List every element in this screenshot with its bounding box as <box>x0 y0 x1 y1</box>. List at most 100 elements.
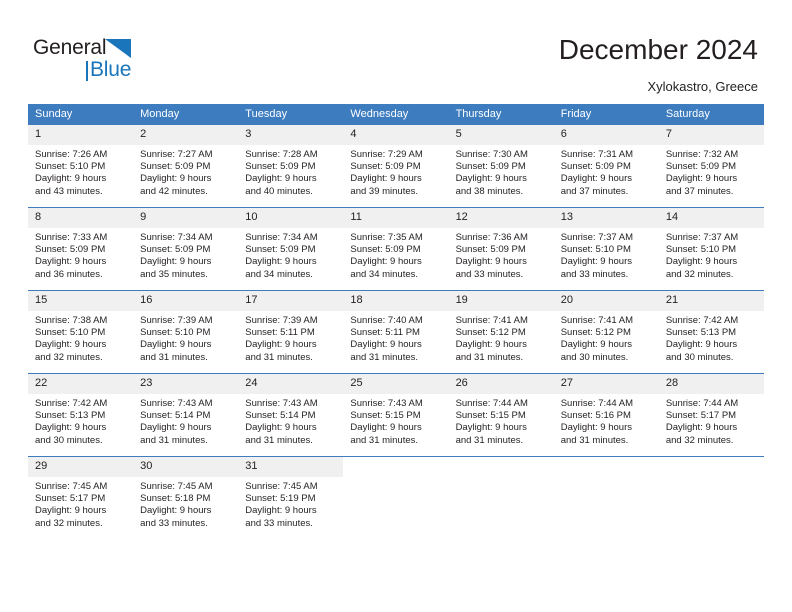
calendar-day-cell[interactable]: 18 Sunrise: 7:40 AM Sunset: 5:11 PM Dayligh… <box>343 291 449 373</box>
calendar-day-cell[interactable]: 8 Sunrise: 7:33 AM Sunset: 5:09 PM Daylight… <box>28 208 134 290</box>
daylight-text-line1: Daylight: 9 hours <box>140 173 212 185</box>
calendar-day-cell[interactable]: 9 Sunrise: 7:34 AM Sunset: 5:09 PM Daylight… <box>133 208 239 290</box>
sunrise-text: Sunrise: 7:35 AM <box>350 232 423 243</box>
sunrise-text: Sunrise: 7:44 AM <box>560 398 634 409</box>
daylight-text-line1: Daylight: 9 hours <box>665 422 738 434</box>
calendar-day-cell[interactable]: 3 Sunrise: 7:28 AM Sunset: 5:09 PM Daylight… <box>238 125 344 207</box>
calendar-day-info: Sunrise: 7:28 AM Sunset: 5:09 PM Daylight:… <box>238 145 343 198</box>
daylight-text-line2: and 37 minutes. <box>560 185 629 197</box>
weekday-header-row: Sunday Monday Tuesday Wednesday Thursday… <box>28 104 764 125</box>
daylight-text-line2: and 43 minutes. <box>35 185 103 197</box>
daylight-text-line1: Daylight: 9 hours <box>35 505 107 517</box>
weekday-header-wednesday: Wednesday <box>343 104 449 125</box>
calendar-day-cell[interactable]: 10 Sunrise: 7:34 AM Sunset: 5:09 PM Dayligh… <box>238 208 344 290</box>
calendar-day-number: 9 <box>133 208 239 228</box>
calendar-day-number: 8 <box>28 208 134 228</box>
calendar-day-cell[interactable]: 4 Sunrise: 7:29 AM Sunset: 5:09 PM Daylight… <box>343 125 449 207</box>
calendar-day-cell[interactable]: 26 Sunrise: 7:44 AM Sunset: 5:15 PM Dayligh… <box>448 374 554 456</box>
logo-text-general: General <box>33 36 107 59</box>
calendar-day-cell[interactable]: 1 Sunrise: 7:26 AM Sunset: 5:10 PM Daylight… <box>28 125 134 207</box>
calendar-body: 1 Sunrise: 7:26 AM Sunset: 5:10 PM Daylight… <box>28 125 764 539</box>
calendar-week-row: 15 Sunrise: 7:38 AM Sunset: 5:10 PM Dayligh… <box>28 291 764 373</box>
calendar-day-cell[interactable]: 25 Sunrise: 7:43 AM Sunset: 5:15 PM Dayligh… <box>343 374 449 456</box>
daylight-text-line1: Daylight: 9 hours <box>35 173 107 185</box>
calendar-page: General Blue December 2024 Xylokastro, G… <box>0 0 792 612</box>
calendar-day-cell[interactable]: 23 Sunrise: 7:43 AM Sunset: 5:14 PM Dayligh… <box>133 374 239 456</box>
calendar-day-number: 16 <box>133 291 239 311</box>
calendar-day-cell[interactable]: 6 Sunrise: 7:31 AM Sunset: 5:09 PM Daylight… <box>553 125 659 207</box>
calendar-day-cell[interactable]: 11 Sunrise: 7:35 AM Sunset: 5:09 PM Dayligh… <box>343 208 449 290</box>
daylight-text-line2: and 30 minutes. <box>35 434 103 446</box>
sunset-text: Sunset: 5:18 PM <box>140 493 211 505</box>
sunset-text: Sunset: 5:09 PM <box>455 244 526 256</box>
general-blue-logo[interactable]: General Blue <box>33 36 163 84</box>
sunset-text: Sunset: 5:15 PM <box>350 410 421 422</box>
calendar-day-cell[interactable]: 15 Sunrise: 7:38 AM Sunset: 5:10 PM Dayligh… <box>28 291 134 373</box>
daylight-text-line1: Daylight: 9 hours <box>35 256 107 268</box>
calendar-day-cell[interactable]: 22 Sunrise: 7:42 AM Sunset: 5:13 PM Dayligh… <box>28 374 134 456</box>
calendar-day-cell[interactable]: 30 Sunrise: 7:45 AM Sunset: 5:18 PM Dayligh… <box>133 457 239 539</box>
daylight-text-line1: Daylight: 9 hours <box>455 339 527 351</box>
daylight-text-line2: and 38 minutes. <box>455 185 524 197</box>
daylight-text-line1: Daylight: 9 hours <box>665 256 738 268</box>
calendar-day-cell[interactable]: 21 Sunrise: 7:42 AM Sunset: 5:13 PM Dayligh… <box>658 291 764 373</box>
sunrise-text: Sunrise: 7:45 AM <box>140 481 213 492</box>
sunset-text: Sunset: 5:13 PM <box>35 410 106 422</box>
calendar-day-number: 24 <box>238 374 344 394</box>
calendar-day-cell[interactable]: 28 Sunrise: 7:44 AM Sunset: 5:17 PM Dayligh… <box>658 374 764 456</box>
calendar-day-cell[interactable]: 20 Sunrise: 7:41 AM Sunset: 5:12 PM Dayligh… <box>553 291 659 373</box>
calendar-day-number: 31 <box>238 457 344 477</box>
calendar-day-info: Sunrise: 7:43 AM Sunset: 5:14 PM Daylight:… <box>238 394 343 447</box>
calendar-day-cell[interactable]: 7 Sunrise: 7:32 AM Sunset: 5:09 PM Daylight… <box>658 125 764 207</box>
calendar-day-cell[interactable]: 29 Sunrise: 7:45 AM Sunset: 5:17 PM Dayligh… <box>28 457 134 539</box>
calendar-day-number: 21 <box>658 291 764 311</box>
calendar-day-info: Sunrise: 7:44 AM Sunset: 5:15 PM Daylight:… <box>449 394 554 447</box>
calendar-day-number: 14 <box>658 208 764 228</box>
daylight-text-line1: Daylight: 9 hours <box>140 256 212 268</box>
daylight-text-line1: Daylight: 9 hours <box>560 339 632 351</box>
sunset-text: Sunset: 5:09 PM <box>245 161 316 173</box>
calendar-day-info: Sunrise: 7:35 AM Sunset: 5:09 PM Daylight:… <box>343 228 448 281</box>
calendar-day-cell[interactable]: 19 Sunrise: 7:41 AM Sunset: 5:12 PM Dayligh… <box>448 291 554 373</box>
calendar-day-cell-empty <box>658 457 764 539</box>
calendar-day-info: Sunrise: 7:44 AM Sunset: 5:16 PM Daylight:… <box>554 394 659 447</box>
calendar-day-number <box>658 457 764 477</box>
calendar-day-number: 10 <box>238 208 344 228</box>
sunset-text: Sunset: 5:11 PM <box>245 327 315 339</box>
sunset-text: Sunset: 5:09 PM <box>455 161 526 173</box>
sunset-text: Sunset: 5:09 PM <box>665 161 737 173</box>
daylight-text-line1: Daylight: 9 hours <box>245 505 317 517</box>
daylight-text-line1: Daylight: 9 hours <box>245 173 317 185</box>
month-calendar: Sunday Monday Tuesday Wednesday Thursday… <box>28 104 764 539</box>
calendar-day-info: Sunrise: 7:41 AM Sunset: 5:12 PM Daylight:… <box>554 311 659 364</box>
calendar-day-cell[interactable]: 12 Sunrise: 7:36 AM Sunset: 5:09 PM Dayligh… <box>448 208 554 290</box>
calendar-day-cell[interactable]: 27 Sunrise: 7:44 AM Sunset: 5:16 PM Dayligh… <box>553 374 659 456</box>
sunrise-text: Sunrise: 7:31 AM <box>560 149 634 160</box>
weekday-header-sunday: Sunday <box>28 104 134 125</box>
sunrise-text: Sunrise: 7:26 AM <box>35 149 108 160</box>
calendar-day-number: 15 <box>28 291 134 311</box>
calendar-day-number: 30 <box>133 457 239 477</box>
sunset-text: Sunset: 5:13 PM <box>665 327 737 339</box>
calendar-day-cell[interactable]: 2 Sunrise: 7:27 AM Sunset: 5:09 PM Daylight… <box>133 125 239 207</box>
calendar-day-cell[interactable]: 31 Sunrise: 7:45 AM Sunset: 5:19 PM Dayligh… <box>238 457 344 539</box>
sunset-text: Sunset: 5:10 PM <box>140 327 211 339</box>
daylight-text-line2: and 32 minutes. <box>665 268 734 280</box>
sunset-text: Sunset: 5:14 PM <box>140 410 211 422</box>
calendar-day-cell[interactable]: 14 Sunrise: 7:37 AM Sunset: 5:10 PM Dayligh… <box>658 208 764 290</box>
calendar-day-cell[interactable]: 5 Sunrise: 7:30 AM Sunset: 5:09 PM Daylight… <box>448 125 554 207</box>
weekday-header-monday: Monday <box>133 104 239 125</box>
calendar-day-cell[interactable]: 24 Sunrise: 7:43 AM Sunset: 5:14 PM Dayligh… <box>238 374 344 456</box>
sunset-text: Sunset: 5:09 PM <box>140 244 211 256</box>
daylight-text-line2: and 31 minutes. <box>455 351 524 363</box>
calendar-day-cell[interactable]: 16 Sunrise: 7:39 AM Sunset: 5:10 PM Dayligh… <box>133 291 239 373</box>
calendar-day-info: Sunrise: 7:39 AM Sunset: 5:10 PM Daylight:… <box>133 311 238 364</box>
calendar-weekday-header: Sunday Monday Tuesday Wednesday Thursday… <box>28 104 764 125</box>
calendar-day-info: Sunrise: 7:30 AM Sunset: 5:09 PM Daylight:… <box>449 145 554 198</box>
sunset-text: Sunset: 5:10 PM <box>665 244 737 256</box>
sunrise-text: Sunrise: 7:34 AM <box>140 232 213 243</box>
calendar-day-cell[interactable]: 13 Sunrise: 7:37 AM Sunset: 5:10 PM Dayligh… <box>553 208 659 290</box>
calendar-day-cell[interactable]: 17 Sunrise: 7:39 AM Sunset: 5:11 PM Dayligh… <box>238 291 344 373</box>
sunrise-text: Sunrise: 7:45 AM <box>245 481 318 492</box>
daylight-text-line2: and 34 minutes. <box>245 268 313 280</box>
